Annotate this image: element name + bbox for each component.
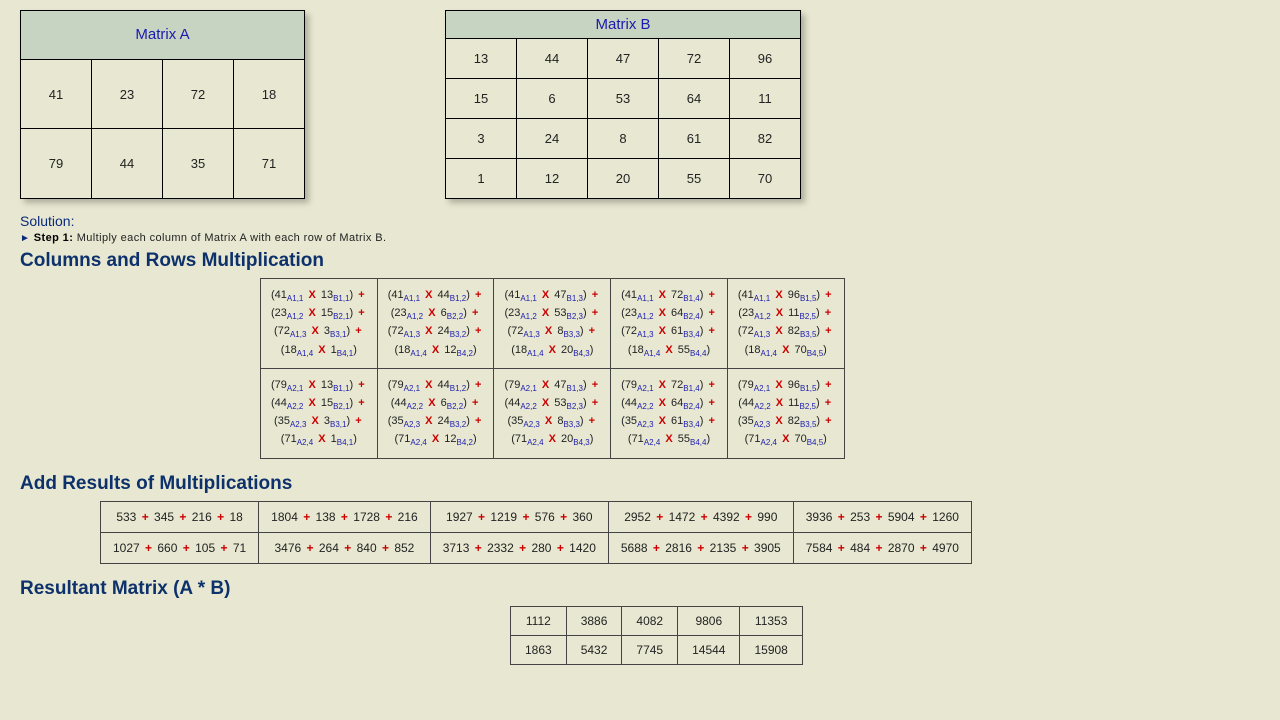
result-cell: 7745: [622, 635, 678, 664]
matrix-cell: 24: [517, 119, 588, 159]
matrix-cell: 6: [517, 79, 588, 119]
sum-cell: 3713 + 2332 + 280 + 1420: [430, 532, 608, 563]
step1-label: Step 1:: [34, 232, 73, 244]
sum-cell: 1804 + 138 + 1728 + 216: [259, 501, 431, 532]
result-cell: 5432: [566, 635, 622, 664]
result-cell: 14544: [678, 635, 740, 664]
mult-cell: (79A2,1 X 47B1,3) +(44A2,2 X 53B2,3) +(3…: [494, 368, 611, 458]
step1-line: ► Step 1: Multiply each column of Matrix…: [20, 232, 1260, 244]
matrix-cell: 64: [659, 79, 730, 119]
matrix-b-title: Matrix B: [446, 11, 801, 39]
sum-cell: 2952 + 1472 + 4392 + 990: [608, 501, 793, 532]
result-matrix: 111238864082980611353 1863543277451454415…: [510, 606, 803, 665]
matrix-cell: 18: [234, 59, 305, 129]
matrix-cell: 72: [163, 59, 234, 129]
sum-cell: 5688 + 2816 + 2135 + 3905: [608, 532, 793, 563]
solution-label: Solution:: [20, 213, 1260, 229]
matrices-row: Matrix A 4123721879443571 Matrix B 13444…: [20, 10, 1260, 199]
matrix-cell: 12: [517, 159, 588, 199]
result-cell: 9806: [678, 606, 740, 635]
sum-cell: 3476 + 264 + 840 + 852: [259, 532, 431, 563]
sum-cell: 7584 + 484 + 2870 + 4970: [793, 532, 971, 563]
heading-add: Add Results of Multiplications: [20, 473, 1260, 495]
matrix-cell: 13: [446, 39, 517, 79]
matrix-cell: 20: [588, 159, 659, 199]
mult-cell: (41A1,1 X 96B1,5) +(23A1,2 X 11B2,5) +(7…: [727, 279, 844, 369]
result-cell: 11353: [740, 606, 802, 635]
mult-cell: (79A2,1 X 13B1,1) +(44A2,2 X 15B2,1) +(3…: [261, 368, 378, 458]
matrix-cell: 41: [21, 59, 92, 129]
matrix-cell: 1: [446, 159, 517, 199]
multiplication-table: (41A1,1 X 13B1,1) +(23A1,2 X 15B2,1) +(7…: [260, 278, 845, 459]
result-cell: 1112: [511, 606, 567, 635]
mult-cell: (41A1,1 X 13B1,1) +(23A1,2 X 15B2,1) +(7…: [261, 279, 378, 369]
bullet-icon: ►: [20, 233, 30, 244]
matrix-cell: 71: [234, 129, 305, 199]
mult-cell: (41A1,1 X 44B1,2) +(23A1,2 X 6B2,2) +(72…: [377, 279, 494, 369]
matrix-cell: 70: [730, 159, 801, 199]
matrix-cell: 82: [730, 119, 801, 159]
matrix-cell: 47: [588, 39, 659, 79]
matrix-cell: 15: [446, 79, 517, 119]
matrix-cell: 23: [92, 59, 163, 129]
sum-cell: 1927 + 1219 + 576 + 360: [430, 501, 608, 532]
result-cell: 4082: [622, 606, 678, 635]
matrix-a-title: Matrix A: [21, 11, 305, 60]
mult-cell: (79A2,1 X 96B1,5) +(44A2,2 X 11B2,5) +(3…: [727, 368, 844, 458]
mult-cell: (41A1,1 X 47B1,3) +(23A1,2 X 53B2,3) +(7…: [494, 279, 611, 369]
mult-cell: (41A1,1 X 72B1,4) +(23A1,2 X 64B2,4) +(7…: [611, 279, 728, 369]
heading-result: Resultant Matrix (A * B): [20, 578, 1260, 600]
matrix-cell: 79: [21, 129, 92, 199]
result-cell: 1863: [511, 635, 567, 664]
matrix-cell: 8: [588, 119, 659, 159]
heading-mult: Columns and Rows Multiplication: [20, 250, 1260, 272]
matrix-cell: 3: [446, 119, 517, 159]
matrix-cell: 61: [659, 119, 730, 159]
matrix-cell: 53: [588, 79, 659, 119]
matrix-cell: 72: [659, 39, 730, 79]
result-cell: 15908: [740, 635, 802, 664]
matrix-cell: 96: [730, 39, 801, 79]
matrix-cell: 44: [92, 129, 163, 199]
sum-cell: 3936 + 253 + 5904 + 1260: [793, 501, 971, 532]
matrix-a: Matrix A 41237218 79443571: [20, 10, 305, 199]
sum-cell: 533 + 345 + 216 + 18: [101, 501, 259, 532]
step1-text: Multiply each column of Matrix A with ea…: [73, 232, 386, 244]
mult-cell: (79A2,1 X 44B1,2) +(44A2,2 X 6B2,2) +(35…: [377, 368, 494, 458]
mult-cell: (79A2,1 X 72B1,4) +(44A2,2 X 64B2,4) +(3…: [611, 368, 728, 458]
result-cell: 3886: [566, 606, 622, 635]
matrix-cell: 35: [163, 129, 234, 199]
matrix-cell: 55: [659, 159, 730, 199]
matrix-cell: 44: [517, 39, 588, 79]
matrix-b: Matrix B 1344477296 156536411 32486182 1122…: [445, 10, 801, 199]
matrix-cell: 11: [730, 79, 801, 119]
sums-table: 533 + 345 + 216 + 181804 + 138 + 1728 + …: [100, 501, 972, 564]
sum-cell: 1027 + 660 + 105 + 71: [101, 532, 259, 563]
